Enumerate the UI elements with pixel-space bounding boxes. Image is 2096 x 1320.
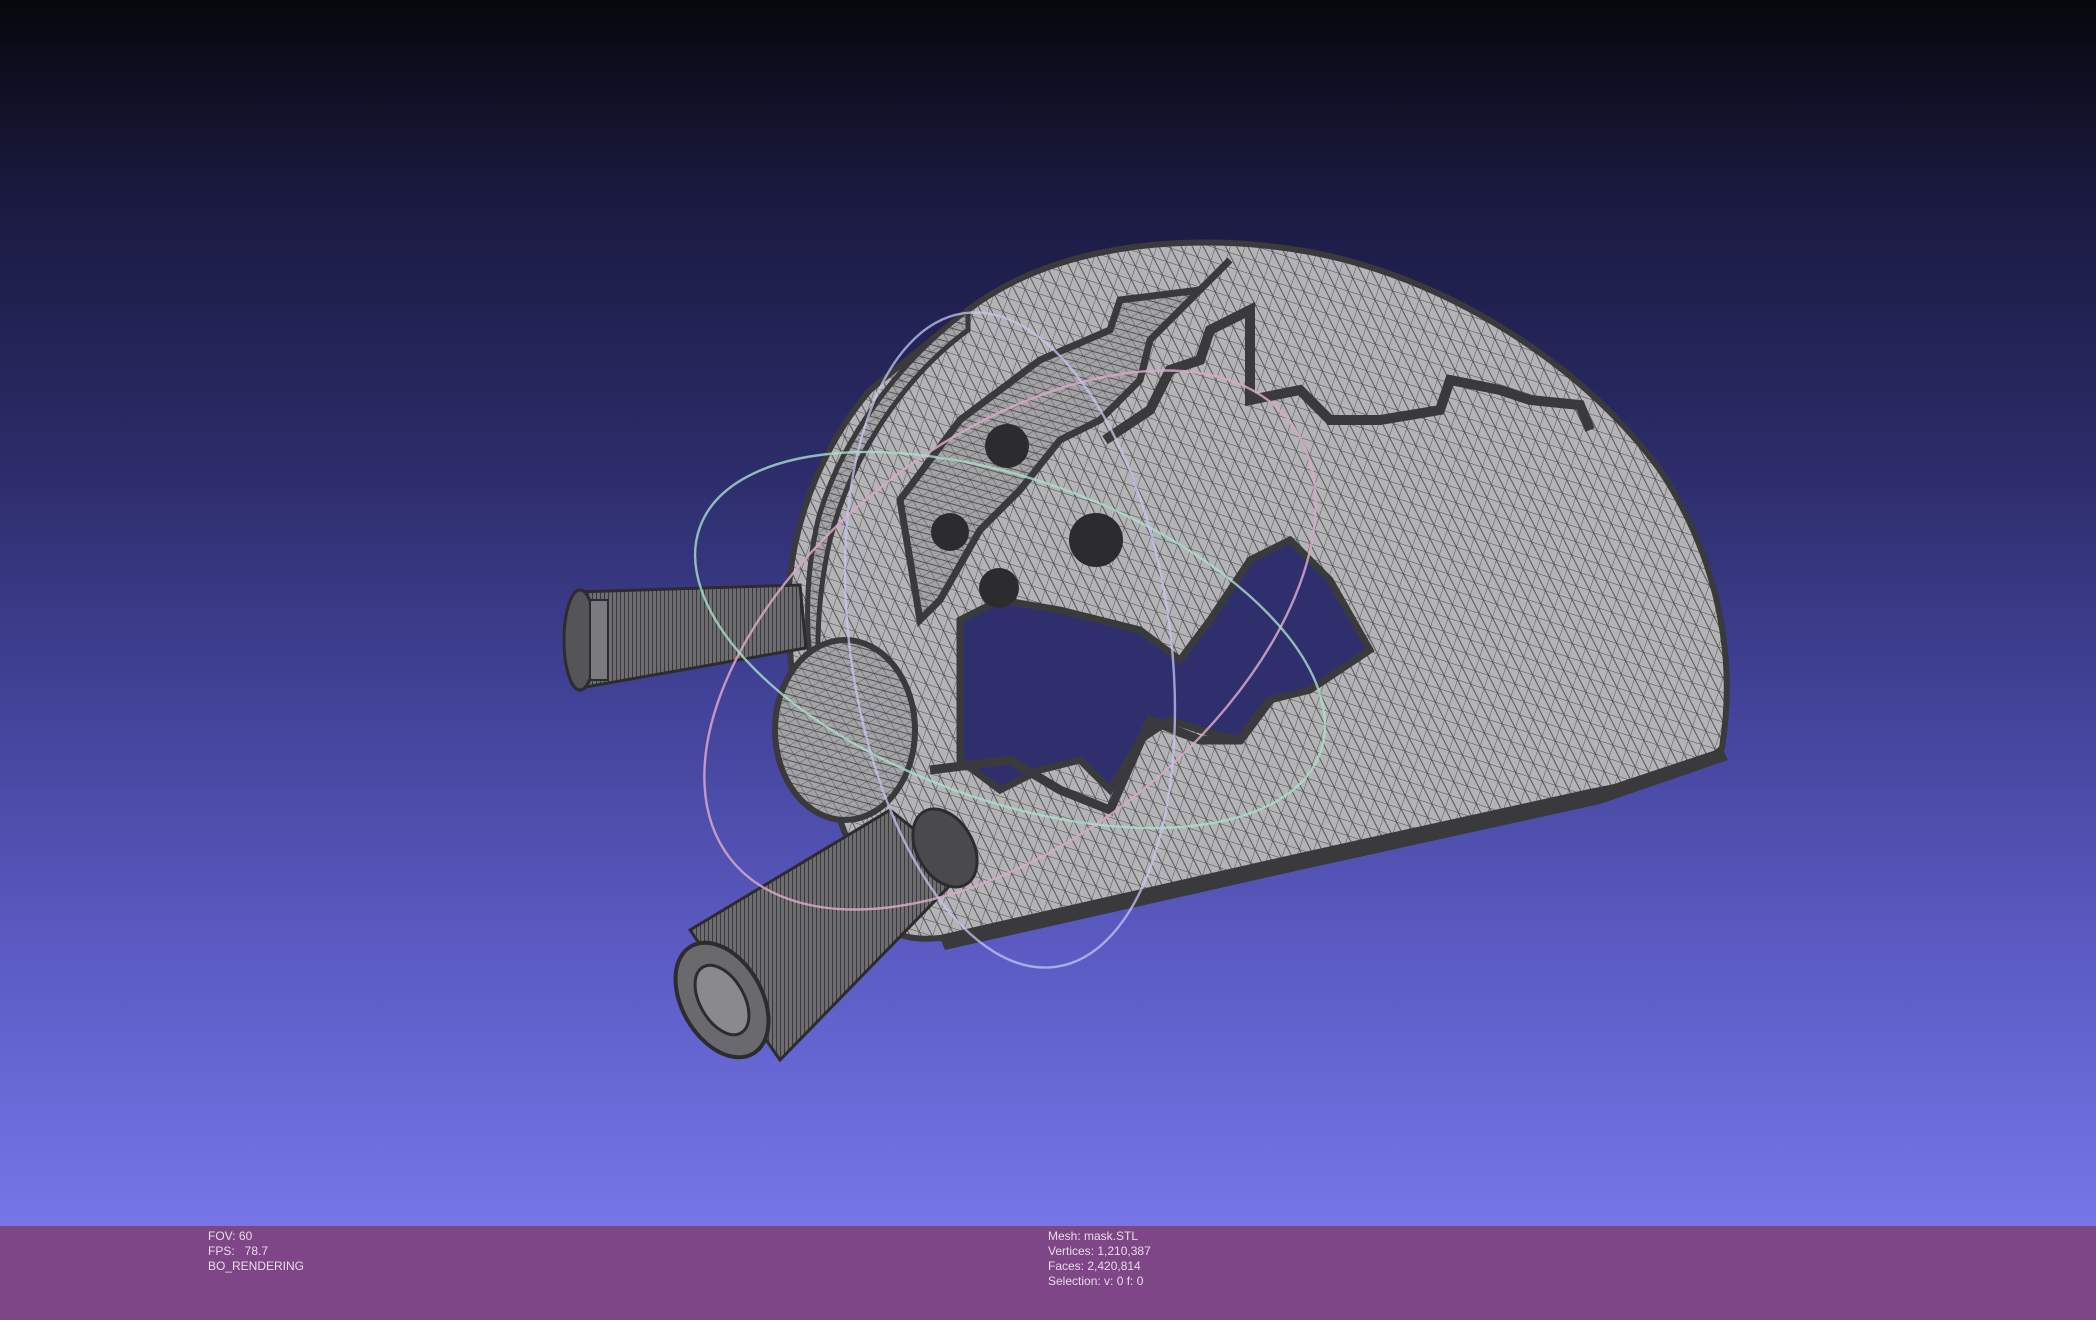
ear-disc: [772, 637, 918, 823]
fps-readout: FPS: 78.7: [208, 1244, 269, 1258]
selection-count: Selection: v: 0 f: 0: [1048, 1274, 1144, 1288]
render-info: FOV: 60 FPS: 78.7 BO_RENDERING: [208, 1229, 304, 1274]
mesh-name: Mesh: mask.STL: [1048, 1229, 1139, 1243]
face-count: Faces: 2,420,814: [1048, 1259, 1141, 1273]
mask-mesh[interactable]: [562, 239, 1730, 1073]
vent-hole: [1069, 513, 1123, 567]
render-mode-readout: BO_RENDERING: [208, 1259, 305, 1273]
3d-viewport[interactable]: [0, 0, 2096, 1226]
vent-hole: [931, 513, 969, 551]
mesh-info: Mesh: mask.STL Vertices: 1,210,387 Faces…: [1048, 1229, 1151, 1289]
vent-hole: [985, 424, 1029, 468]
status-info-bar: FOV: 60 FPS: 78.7 BO_RENDERING Mesh: mas…: [0, 1226, 2096, 1320]
upper-barrel[interactable]: [562, 583, 808, 692]
vent-hole: [979, 568, 1019, 608]
vertex-count: Vertices: 1,210,387: [1048, 1244, 1151, 1258]
mesh-render[interactable]: [0, 0, 2096, 1226]
fov-readout: FOV: 60: [208, 1229, 253, 1243]
